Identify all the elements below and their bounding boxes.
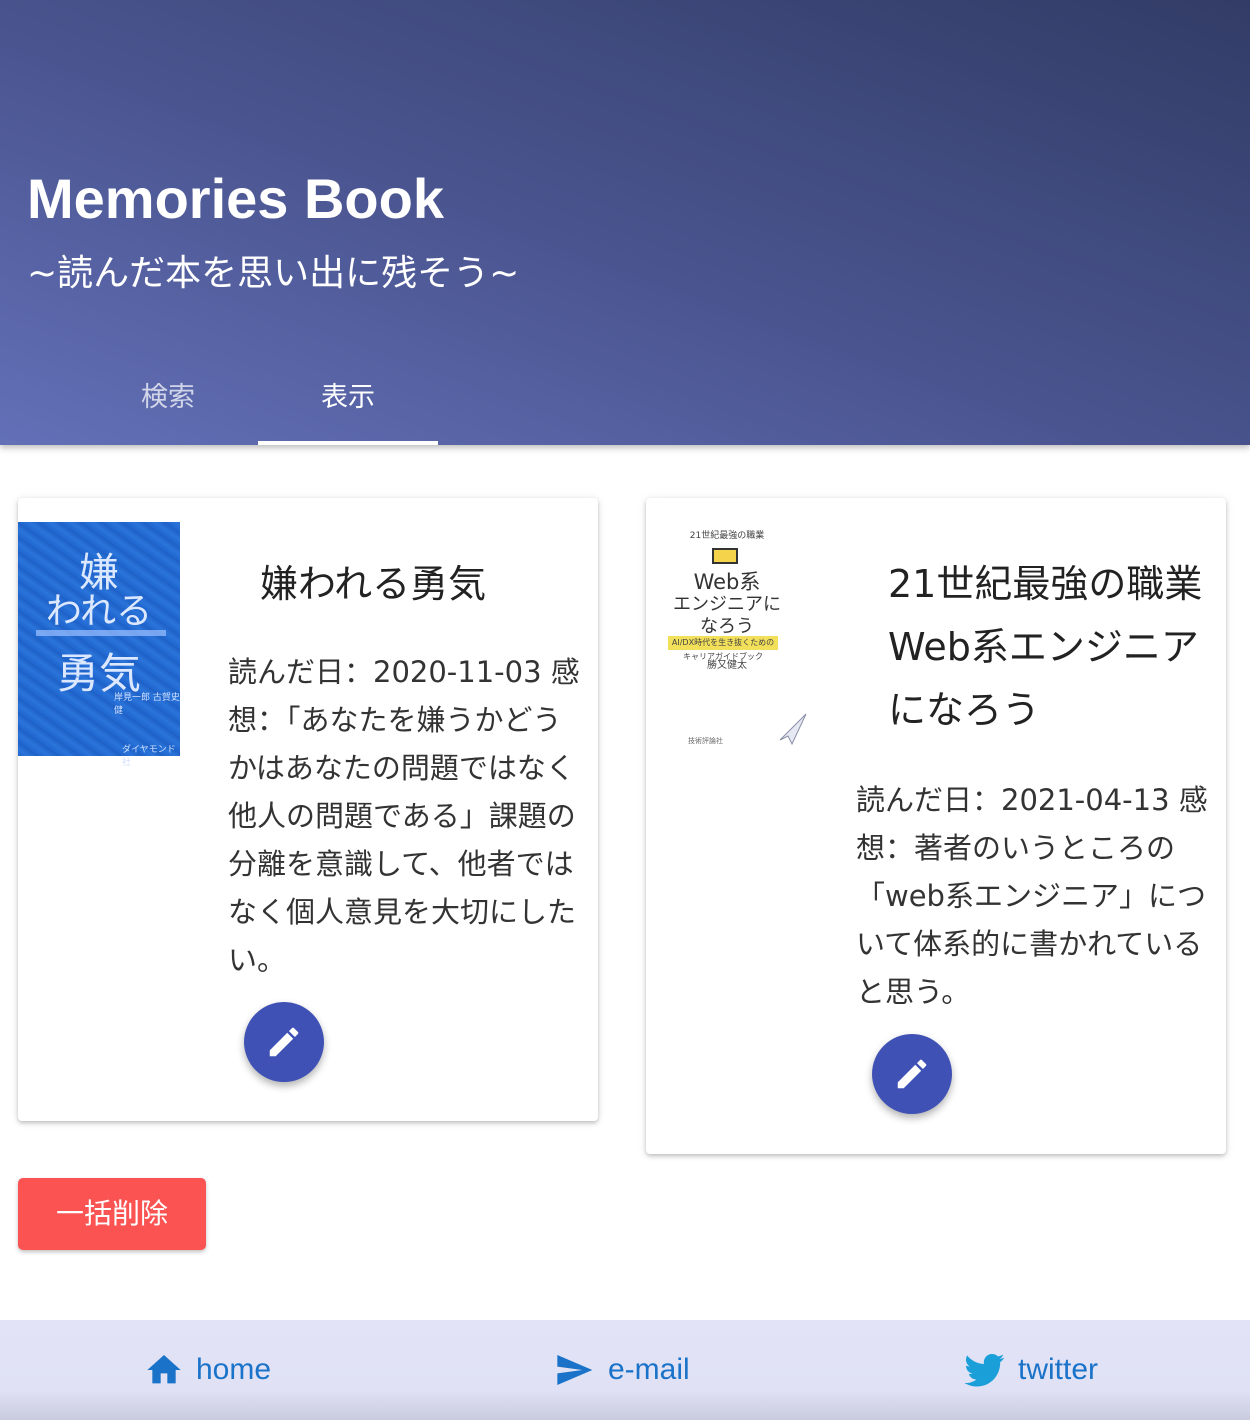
book-cover-image: 21世紀最強の職業 Web系 エンジニアに なろう AI/DX時代を生き抜くため… [664, 522, 814, 750]
book-title: 21世紀最強の職業 Web系エンジニアになろう [888, 562, 1203, 732]
book-card: 嫌 われる 勇気 岸見一郎 古賀史健 ダイヤモンド社 嫌われる勇気 読んだ日：2… [18, 498, 598, 1121]
book-review: 読んだ日：2020-11-03 感想：「あなたを嫌うかどうかはあなたの問題ではな… [228, 655, 580, 977]
footer-link-home[interactable]: home [144, 1320, 271, 1420]
footer-nav: home e-mail twitter [0, 1320, 1250, 1420]
footer-link-label: twitter [1018, 1353, 1099, 1386]
twitter-icon [964, 1354, 1005, 1387]
paper-plane-icon [779, 713, 807, 746]
tab-display[interactable]: 表示 [258, 362, 438, 445]
book-card: 21世紀最強の職業 Web系 エンジニアに なろう AI/DX時代を生き抜くため… [646, 498, 1226, 1154]
footer-link-label: e-mail [608, 1353, 690, 1386]
home-icon [147, 1355, 181, 1384]
send-icon [557, 1355, 593, 1385]
app-header: Memories Book ~読んだ本を思い出に残そう~ 検索 表示 [0, 0, 1250, 445]
edit-button[interactable] [872, 1034, 952, 1114]
bulk-delete-button[interactable]: 一括削除 [18, 1178, 206, 1250]
app-title: Memories Book [27, 167, 444, 230]
footer-link-twitter[interactable]: twitter [964, 1320, 1098, 1420]
app-subtitle: ~読んだ本を思い出に残そう~ [27, 253, 520, 294]
footer-link-label: home [196, 1353, 272, 1386]
tab-search[interactable]: 検索 [78, 362, 258, 445]
pencil-icon [897, 1059, 927, 1089]
book-review: 読んだ日：2021-04-13 感想：著者のいうところの「web系エンジニア」に… [856, 783, 1208, 1009]
edit-button[interactable] [244, 1002, 324, 1082]
book-title: 嫌われる勇気 [260, 562, 487, 606]
footer-link-email[interactable]: e-mail [552, 1320, 690, 1420]
book-cover-image: 嫌 われる 勇気 岸見一郎 古賀史健 ダイヤモンド社 [18, 522, 180, 768]
pencil-icon [269, 1027, 299, 1057]
